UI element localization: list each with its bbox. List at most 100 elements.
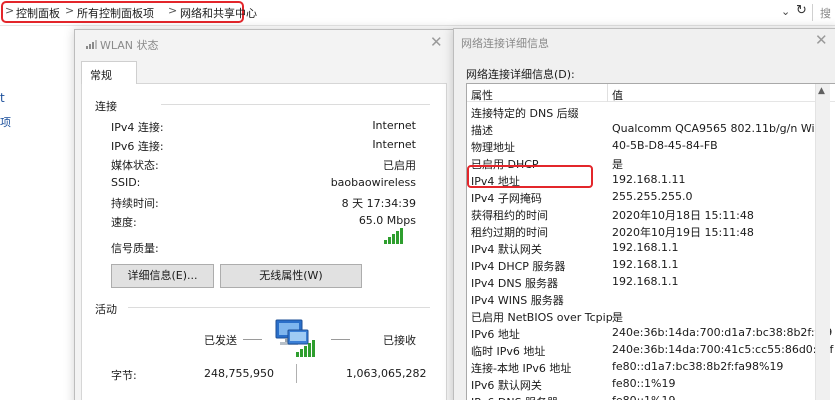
table-row[interactable]: IPv4 DNS 服务器 192.168.1.1 [467, 273, 827, 290]
address-bar: > 控制面板 > 所有控制面板项 > 网络和共享中心 ⌄ ↻ 搜 [0, 0, 835, 26]
property-cell: IPv4 子网掩码 [471, 192, 542, 205]
close-icon[interactable]: ✕ [430, 33, 443, 51]
column-divider[interactable] [607, 84, 608, 102]
group-divider [128, 307, 430, 308]
breadcrumb-network-center[interactable]: 网络和共享中心 [180, 5, 257, 21]
tab-general[interactable]: 常规 [81, 61, 137, 84]
table-row[interactable]: IPv4 DHCP 服务器 192.168.1.1 [467, 256, 827, 273]
vertical-scrollbar[interactable]: ▲ [815, 84, 830, 400]
network-details-window: 网络连接详细信息 ✕ 网络连接详细信息(D): 属性 值 连接特定的 DNS 后… [453, 28, 835, 400]
property-cell: 物理地址 [471, 141, 515, 154]
close-icon[interactable]: ✕ [815, 31, 828, 49]
speed-value: 65.0 Mbps [358, 214, 416, 227]
group-divider [161, 104, 430, 105]
property-cell: 描述 [471, 124, 493, 137]
table-row[interactable]: 临时 IPv6 地址 240e:36b:14da:700:41c5:cc55:86… [467, 341, 833, 358]
details-list[interactable]: 属性 值 连接特定的 DNS 后缀 描述 Qualcomm QCA9565 802.… [466, 83, 835, 400]
nav-link-fragment[interactable]: t [0, 91, 5, 105]
window-title: 网络连接详细信息 [461, 37, 549, 50]
network-activity-icon [275, 319, 315, 357]
value-cell: 192.168.1.1 [612, 275, 679, 288]
breadcrumb-all-items[interactable]: 所有控制面板项 [77, 5, 154, 21]
received-dash [331, 339, 350, 340]
value-cell: 192.168.1.1 [612, 258, 679, 271]
property-cell: IPv6 地址 [471, 328, 520, 341]
bytes-label: 字节: [111, 369, 137, 382]
duration-label: 持续时间: [111, 197, 159, 210]
breadcrumb-separator: > [168, 4, 178, 17]
value-cell: fe80::1%19 [612, 394, 676, 400]
value-cell: 2020年10月19日 15:11:48 [612, 226, 754, 239]
scroll-up-icon[interactable]: ▲ [818, 86, 825, 96]
details-list-heading: 网络连接详细信息(D): [466, 68, 575, 81]
value-cell: 是 [612, 158, 623, 171]
value-cell: 192.168.1.1 [612, 241, 679, 254]
breadcrumb-control-panel[interactable]: 控制面板 [16, 5, 60, 21]
value-cell: fe80::1%19 [612, 377, 676, 390]
table-row[interactable]: 获得租约的时间 2020年10月18日 15:11:48 [467, 205, 827, 222]
wireless-properties-button[interactable]: 无线属性(W) [220, 264, 362, 288]
ipv4-connection-value: Internet [372, 119, 416, 132]
activity-group-title: 活动 [95, 303, 117, 316]
details-button[interactable]: 详细信息(E)... [111, 264, 214, 288]
property-cell: 连接特定的 DNS 后缀 [471, 107, 579, 120]
value-cell: 2020年10月18日 15:11:48 [612, 209, 754, 222]
sent-dash [243, 339, 262, 340]
table-row[interactable]: 连接特定的 DNS 后缀 [467, 103, 827, 120]
table-row[interactable]: IPv4 子网掩码 255.255.255.0 [467, 188, 827, 205]
table-row[interactable]: 租约过期的时间 2020年10月19日 15:11:48 [467, 222, 827, 239]
nav-link-fragment[interactable]: 项 [0, 114, 11, 130]
speed-label: 速度: [111, 216, 137, 229]
property-cell: 获得租约的时间 [471, 209, 548, 222]
table-row[interactable]: IPv4 默认网关 192.168.1.1 [467, 239, 827, 256]
breadcrumb-separator: > [65, 4, 75, 17]
property-cell: 临时 IPv6 地址 [471, 345, 546, 358]
property-cell: IPv6 默认网关 [471, 379, 542, 392]
column-header-value[interactable]: 值 [612, 87, 623, 103]
table-row[interactable]: IPv6 DNS 服务器 fe80::1%19 [467, 392, 827, 400]
value-cell: 192.168.1.11 [612, 173, 686, 186]
bytes-received-value: 1,063,065,282 [346, 367, 427, 380]
address-divider [812, 4, 813, 21]
window-title: WLAN 状态 [100, 39, 159, 52]
chevron-down-icon[interactable]: ⌄ [781, 5, 790, 18]
list-header: 属性 值 [467, 84, 835, 102]
bytes-sent-value: 248,755,950 [204, 367, 274, 380]
ipv6-connection-value: Internet [372, 138, 416, 151]
wlan-signal-icon [86, 40, 97, 49]
ssid-value: baobaowireless [330, 176, 416, 189]
property-cell: 连接-本地 IPv6 地址 [471, 362, 572, 375]
table-row[interactable]: IPv6 地址 240e:36b:14da:700:d1a7:bc38:8b2f:… [467, 324, 832, 341]
table-row[interactable]: 连接-本地 IPv6 地址 fe80::d1a7:bc38:8b2f:fa98%1… [467, 358, 827, 375]
ssid-label: SSID: [111, 176, 141, 189]
media-state-label: 媒体状态: [111, 159, 159, 172]
value-cell: Qualcomm QCA9565 802.11b/g/n Wire [612, 122, 826, 135]
property-cell: IPv4 WINS 服务器 [471, 294, 564, 307]
refresh-icon[interactable]: ↻ [796, 3, 807, 18]
connection-group-title: 连接 [95, 100, 117, 113]
property-cell: IPv4 DNS 服务器 [471, 277, 559, 290]
duration-value: 8 天 17:34:39 [341, 197, 416, 210]
ipv4-connection-label: IPv4 连接: [111, 121, 164, 134]
media-state-value: 已启用 [383, 159, 416, 172]
property-cell: IPv4 默认网关 [471, 243, 542, 256]
table-row[interactable]: 物理地址 40-5B-D8-45-84-FB [467, 137, 827, 154]
search-box[interactable]: 搜 [820, 5, 831, 21]
table-row[interactable]: IPv6 默认网关 fe80::1%19 [467, 375, 827, 392]
value-cell: 240e:36b:14da:700:d1a7:bc38:8b2f:fa9 [612, 326, 833, 339]
value-cell: fe80::d1a7:bc38:8b2f:fa98%19 [612, 360, 784, 373]
table-row[interactable]: 已启用 NetBIOS over Tcpip 是 [467, 307, 827, 324]
property-cell: IPv4 DHCP 服务器 [471, 260, 566, 273]
value-cell: 255.255.255.0 [612, 190, 693, 203]
ipv6-connection-label: IPv6 连接: [111, 140, 164, 153]
property-cell: 已启用 NetBIOS over Tcpip [471, 311, 613, 324]
column-header-property[interactable]: 属性 [471, 87, 493, 103]
breadcrumb-separator: > [5, 4, 15, 17]
signal-strength-icon [384, 228, 403, 244]
table-row[interactable]: IPv4 WINS 服务器 [467, 290, 827, 307]
table-row[interactable]: 描述 Qualcomm QCA9565 802.11b/g/n Wire [467, 120, 827, 137]
property-cell: IPv6 DNS 服务器 [471, 394, 558, 400]
ipv4-address-highlight [467, 165, 593, 188]
value-cell: 240e:36b:14da:700:41c5:cc55:86d0:c1f [612, 343, 834, 356]
bytes-divider [296, 364, 297, 383]
